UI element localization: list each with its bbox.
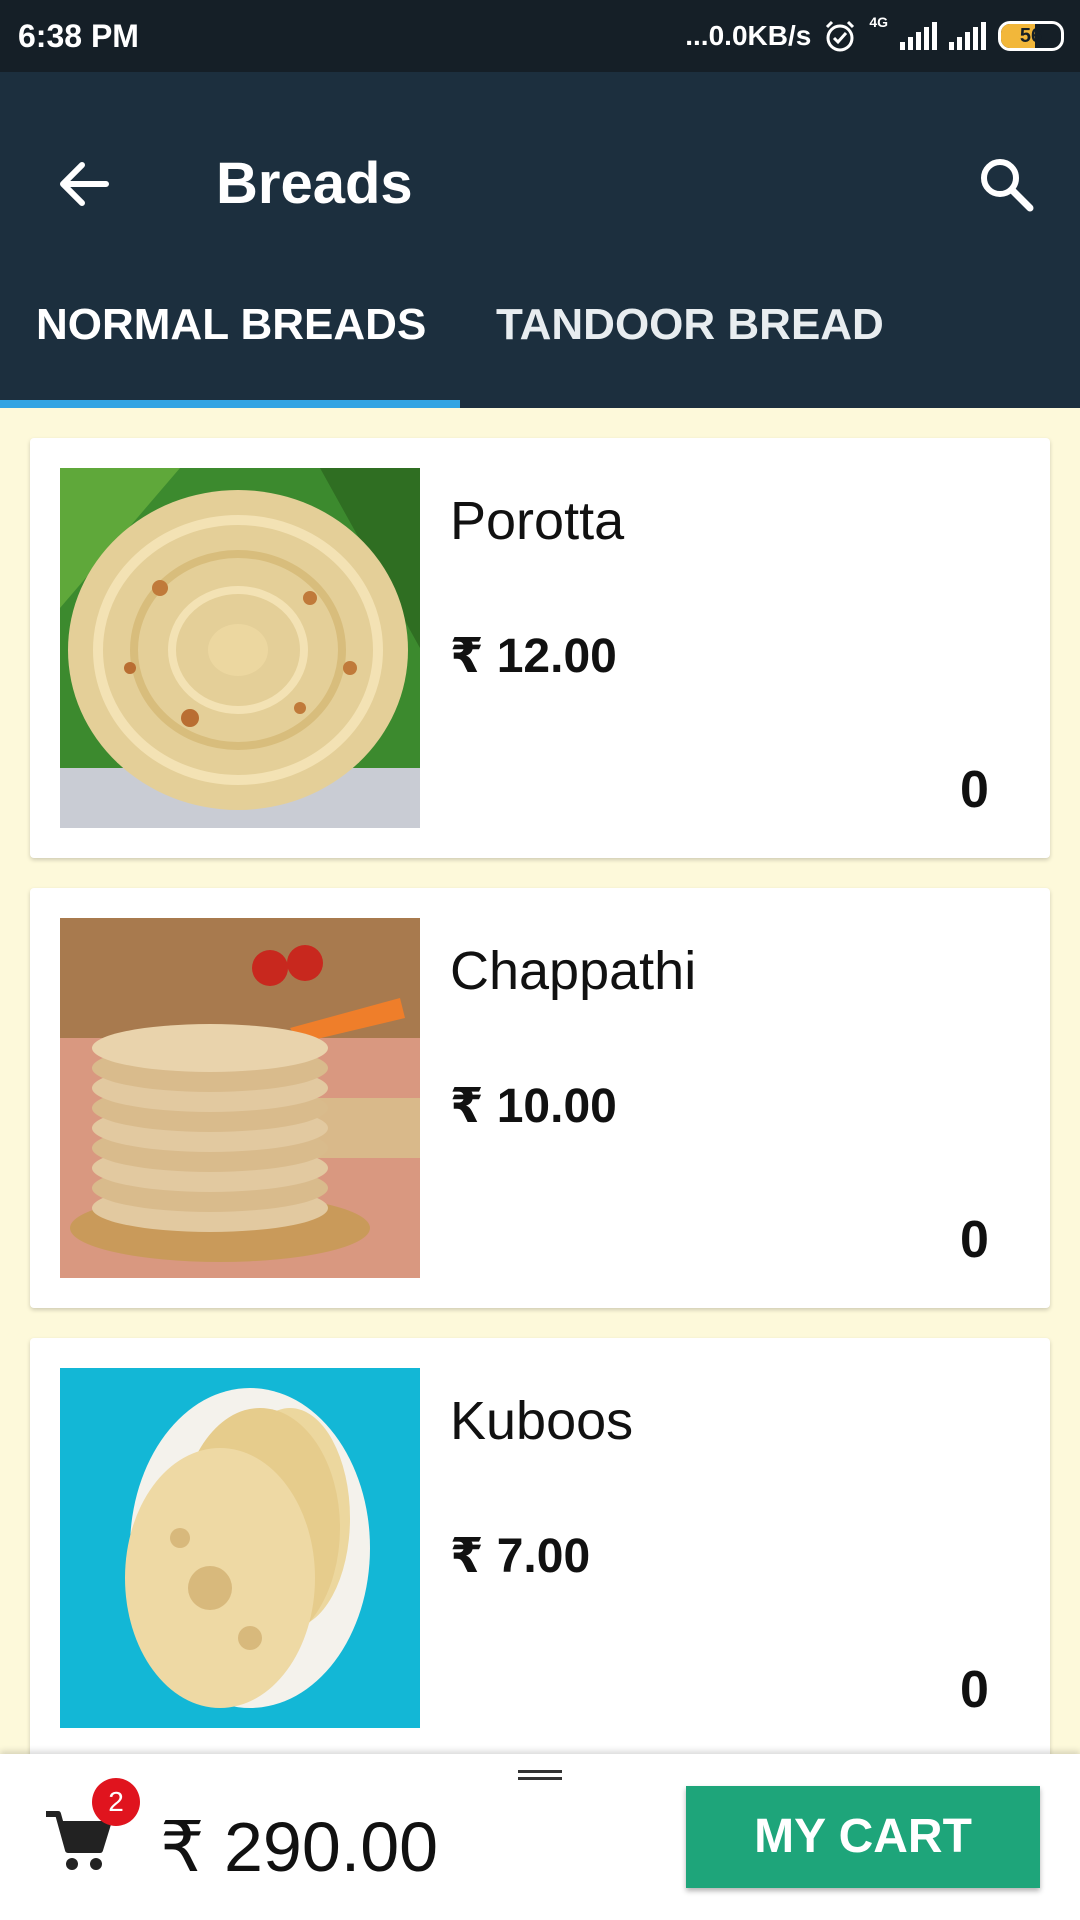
signal-strength-icon-2 <box>949 22 986 50</box>
item-name: Chappathi <box>450 941 697 1001</box>
app-bar: Breads NORMAL BREADS TANDOOR BREAD <box>0 72 1080 408</box>
item-quantity[interactable]: 0 <box>960 1210 1040 1270</box>
cart-summary-bar: 2 ₹ 290.00 MY CART <box>0 1754 1080 1920</box>
drag-handle-icon[interactable] <box>518 1768 562 1786</box>
porotta-photo <box>60 468 420 828</box>
product-card-porotta[interactable]: Porotta ₹ 12.00 0 <box>30 438 1050 858</box>
network-speed: ...0.0KB/s <box>685 20 812 51</box>
product-card-kuboos[interactable]: Kuboos ₹ 7.00 0 <box>30 1338 1050 1758</box>
cart-total: ₹ 290.00 <box>160 1808 439 1886</box>
tab-normal-breads[interactable]: NORMAL BREADS <box>36 300 426 350</box>
item-name: Porotta <box>450 491 625 551</box>
item-name: Kuboos <box>450 1391 634 1451</box>
status-bar: 6:38 PM ...0.0KB/s 4G 56 <box>0 0 1080 72</box>
search-button[interactable] <box>970 148 1042 220</box>
tab-tandoor-bread[interactable]: TANDOOR BREAD <box>496 300 884 350</box>
tab-selection-indicator <box>0 400 460 408</box>
battery-level-text: 56 <box>1019 25 1043 47</box>
item-price: ₹ 10.00 <box>450 1080 617 1133</box>
item-price: ₹ 7.00 <box>450 1530 591 1583</box>
item-quantity[interactable]: 0 <box>960 1660 1040 1720</box>
search-icon <box>981 159 1034 212</box>
status-indicators: ...0.0KB/s 4G 56 <box>685 14 1064 58</box>
kuboos-photo <box>60 1368 420 1728</box>
arrow-left-icon <box>60 162 109 206</box>
item-quantity[interactable]: 0 <box>960 760 1040 820</box>
item-price: ₹ 12.00 <box>450 630 617 683</box>
status-time: 6:38 PM <box>18 18 139 54</box>
back-button[interactable] <box>48 148 120 220</box>
my-cart-button[interactable]: MY CART <box>686 1786 1040 1888</box>
page-title: Breads <box>216 151 413 216</box>
chappathi-photo <box>60 918 420 1278</box>
network-type-label: 4G <box>869 14 888 30</box>
signal-strength-icon <box>900 22 937 50</box>
battery-icon: 56 <box>998 21 1064 51</box>
alarm-clock-icon <box>826 20 855 52</box>
product-card-chappathi[interactable]: Chappathi ₹ 10.00 0 <box>30 888 1050 1308</box>
cart-count-badge: 2 <box>92 1778 140 1826</box>
